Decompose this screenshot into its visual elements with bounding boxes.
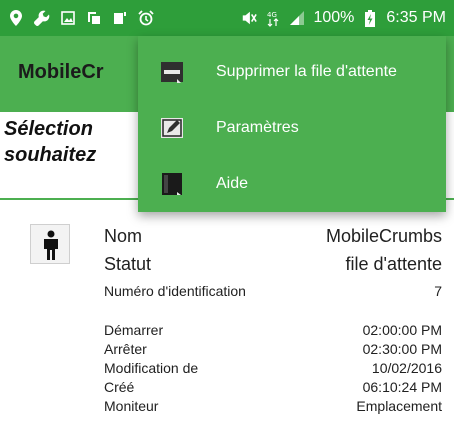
row-label: Démarrer [104,322,164,338]
screenshot-icon [86,10,102,26]
item-row-nom[interactable]: Nom MobileCrumbs [104,226,442,247]
item-row-demarrer[interactable]: Démarrer 02:00:00 PM [104,322,442,338]
menu-item-settings[interactable]: Paramètres [138,100,446,156]
menu-item-label: Aide [216,175,249,192]
row-value: MobileCrumbs [325,226,442,246]
item-row-modification[interactable]: Modification de 10/02/2016 [104,360,442,376]
notification-icon [112,10,128,26]
row-label: Créé [104,379,135,395]
row-value: 02:00:00 PM [362,322,442,338]
row-label: Arrêter [104,341,147,357]
wrench-icon [34,10,50,26]
status-bar: 4G 100% 6:35 PM [0,0,454,36]
data-icon: 4G [265,10,281,27]
menu-item-help[interactable]: Aide [138,156,446,212]
row-value: file d'attente [345,254,442,274]
row-label: Numéro d'identification [104,283,246,299]
row-label: Nom [104,226,143,246]
overflow-menu: Supprimer la file d'attente Paramètres A… [138,36,446,212]
mute-icon [241,10,258,26]
alarm-icon [138,10,154,26]
item-row-arreter[interactable]: Arrêter 02:30:00 PM [104,341,442,357]
help-icon [160,172,184,196]
item-row-moniteur[interactable]: Moniteur Emplacement [104,398,442,414]
status-bar-left [8,0,154,36]
row-value: 02:30:00 PM [362,341,442,357]
status-time: 6:35 PM [386,9,446,26]
image-icon [60,10,76,26]
menu-item-label: Supprimer la file d'attente [216,63,397,80]
battery-icon [362,9,378,27]
row-label: Modification de [104,360,199,376]
app-title: MobileCr [18,61,104,83]
item-row-id[interactable]: Numéro d'identification 7 [104,283,442,299]
svg-text:4G: 4G [267,11,277,19]
row-label: Statut [104,254,152,274]
row-value: 06:10:24 PM [362,379,442,395]
delete-queue-icon [160,60,184,84]
row-value: Emplacement [356,398,442,414]
item-row-statut[interactable]: Statut file d'attente [104,254,442,275]
row-value: 7 [434,283,442,299]
item-row-cree[interactable]: Créé 06:10:24 PM [104,379,442,395]
settings-icon [160,116,184,140]
battery-percent: 100% [313,9,355,26]
location-pin-icon [8,10,24,26]
person-icon[interactable] [30,224,70,264]
menu-item-label: Paramètres [216,119,299,136]
menu-item-delete-queue[interactable]: Supprimer la file d'attente [138,44,446,100]
status-bar-right: 4G 100% 6:35 PM [241,0,446,36]
row-label: Moniteur [104,398,159,414]
signal-icon [289,10,305,26]
row-value: 10/02/2016 [371,360,442,376]
